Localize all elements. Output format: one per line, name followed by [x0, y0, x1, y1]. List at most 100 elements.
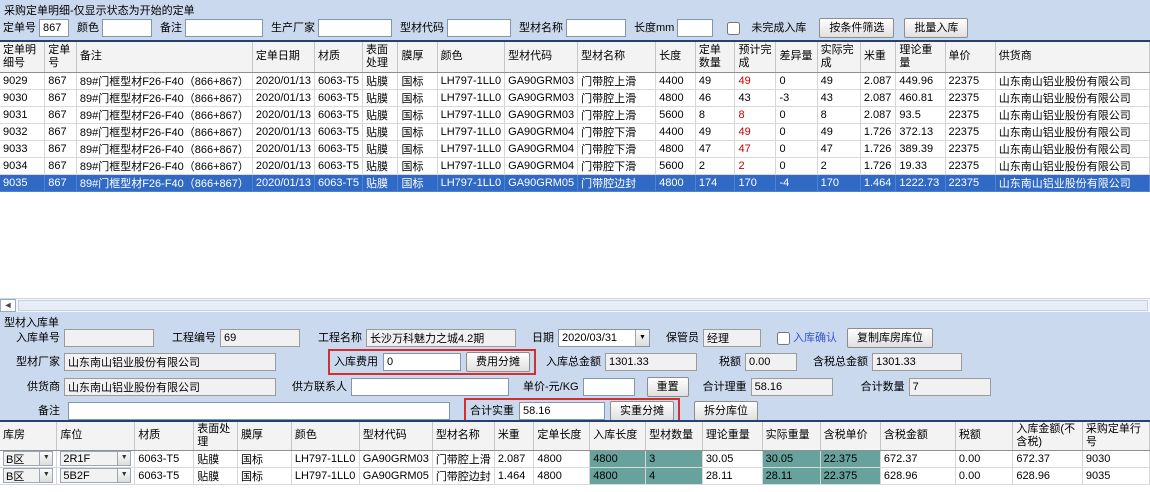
scrollbar-thumb[interactable]	[18, 300, 1148, 311]
inbound-no-field[interactable]	[64, 329, 154, 347]
column-header[interactable]: 长度	[656, 42, 696, 72]
column-header[interactable]: 含税金额	[880, 422, 955, 450]
column-header[interactable]: 库位	[57, 422, 135, 450]
column-header[interactable]: 颜色	[291, 422, 359, 450]
supplier-field[interactable]	[64, 378, 276, 396]
inbound-form-section: 型材入库单 入库单号 工程编号 工程名称 日期 2020/03/31 ▼ 保管员…	[0, 312, 1150, 492]
cell: 47	[817, 140, 860, 157]
actual-weight-allocate-button[interactable]: 实重分摊	[610, 401, 674, 421]
column-header[interactable]: 型材代码	[359, 422, 432, 450]
column-header[interactable]: 颜色	[437, 42, 505, 72]
horizontal-scrollbar[interactable]: ◄	[0, 298, 1150, 312]
cell: 9032	[0, 123, 45, 140]
column-header[interactable]: 理论重量	[896, 42, 945, 72]
column-header[interactable]: 实际完成	[817, 42, 860, 72]
reset-button[interactable]: 重置	[647, 377, 689, 397]
column-header[interactable]: 型材数量	[646, 422, 703, 450]
table-row[interactable]: 903186789#门框型材F26-F40（866+867）2020/01/13…	[0, 106, 1150, 123]
filter-remark-input[interactable]	[185, 19, 263, 37]
chevron-down-icon[interactable]: ▼	[117, 452, 130, 465]
column-header[interactable]: 采购定单行号	[1082, 422, 1149, 450]
column-header[interactable]: 供货商	[995, 42, 1149, 72]
filter-profile-name-input[interactable]	[566, 19, 626, 37]
column-header[interactable]: 定单号	[45, 42, 77, 72]
column-header[interactable]: 理论重量	[702, 422, 762, 450]
filter-color-input[interactable]	[102, 19, 152, 37]
filter-profile-code-input[interactable]	[447, 19, 511, 37]
filter-length-mm-input[interactable]	[677, 19, 713, 37]
project-name-field[interactable]	[366, 329, 516, 347]
chevron-down-icon[interactable]: ▼	[117, 469, 130, 482]
unfinished-inbound-checkbox[interactable]	[727, 22, 740, 35]
column-header[interactable]: 米重	[860, 42, 896, 72]
cell: 山东南山铝业股份有限公司	[995, 157, 1149, 174]
calendar-dropdown-icon[interactable]: ▼	[635, 330, 649, 346]
copy-warehouse-location-button[interactable]: 复制库房库位	[847, 328, 933, 348]
table-row[interactable]: 903586789#门框型材F26-F40（866+867）2020/01/13…	[0, 174, 1150, 191]
filter-manufacturer-input[interactable]	[318, 19, 392, 37]
table-row[interactable]: 903086789#门框型材F26-F40（866+867）2020/01/13…	[0, 89, 1150, 106]
column-header[interactable]: 定单日期	[252, 42, 314, 72]
column-header[interactable]: 材质	[314, 42, 362, 72]
column-header[interactable]: 表面处理	[194, 422, 238, 450]
table-row[interactable]: 903286789#门框型材F26-F40（866+867）2020/01/13…	[0, 123, 1150, 140]
inbound-confirm-checkbox[interactable]	[777, 332, 790, 345]
tax-field[interactable]	[745, 353, 797, 371]
column-header[interactable]: 入库长度	[590, 422, 646, 450]
table-row[interactable]: 903386789#门框型材F26-F40（866+867）2020/01/13…	[0, 140, 1150, 157]
tax-total-field[interactable]	[872, 353, 962, 371]
column-header[interactable]: 预计完成	[735, 42, 776, 72]
column-header[interactable]: 实际重量	[762, 422, 820, 450]
column-header[interactable]: 膜厚	[237, 422, 291, 450]
table-row[interactable]: B区▼5B2F▼6063-T5贴膜国标LH797-1LL0GA90GRM05门带…	[0, 467, 1150, 484]
column-header[interactable]: 材质	[135, 422, 194, 450]
table-row[interactable]: 902986789#门框型材F26-F40（866+867）2020/01/13…	[0, 72, 1150, 89]
batch-inbound-button[interactable]: 批量入库	[904, 18, 968, 38]
inbound-total-field[interactable]	[605, 353, 697, 371]
column-header[interactable]: 单价	[945, 42, 995, 72]
column-header[interactable]: 定单数量	[695, 42, 735, 72]
cell: 2.087	[860, 89, 896, 106]
total-qty-field[interactable]	[909, 378, 991, 396]
cell: 6063-T5	[314, 157, 362, 174]
cell-dropdown[interactable]: B区▼	[3, 468, 53, 483]
date-picker[interactable]: 2020/03/31 ▼	[558, 329, 650, 347]
project-no-field[interactable]	[220, 329, 300, 347]
column-header[interactable]: 膜厚	[398, 42, 437, 72]
split-location-button[interactable]: 拆分库位	[694, 401, 758, 421]
column-header[interactable]: 型材名称	[432, 422, 494, 450]
cell-dropdown[interactable]: 2R1F▼	[60, 451, 131, 466]
supplier-contact-field[interactable]	[351, 378, 509, 396]
cell-dropdown[interactable]: 5B2F▼	[60, 468, 131, 483]
column-header[interactable]: 型材代码	[505, 42, 578, 72]
column-header[interactable]: 差异量	[776, 42, 817, 72]
keeper-field[interactable]	[703, 329, 761, 347]
column-header[interactable]: 入库金额(不含税)	[1013, 422, 1083, 450]
scroll-left-icon[interactable]: ◄	[0, 299, 16, 312]
factory-field[interactable]	[64, 353, 276, 371]
column-header[interactable]: 税额	[955, 422, 1012, 450]
total-theory-weight-field[interactable]	[751, 378, 833, 396]
column-header[interactable]: 定单明细号	[0, 42, 45, 72]
chevron-down-icon[interactable]: ▼	[39, 452, 52, 465]
column-header[interactable]: 含税单价	[820, 422, 880, 450]
unit-price-field[interactable]	[583, 378, 635, 396]
remark-field[interactable]	[68, 402, 450, 420]
column-header[interactable]: 定单长度	[534, 422, 590, 450]
filter-by-condition-button[interactable]: 按条件筛选	[819, 18, 894, 38]
cell: 6063-T5	[314, 140, 362, 157]
cell: 贴膜	[362, 106, 398, 123]
total-actual-weight-field[interactable]	[519, 402, 605, 420]
filter-order-no-input[interactable]	[39, 19, 69, 37]
table-row[interactable]: 903486789#门框型材F26-F40（866+867）2020/01/13…	[0, 157, 1150, 174]
table-row[interactable]: B区▼2R1F▼6063-T5贴膜国标LH797-1LL0GA90GRM03门带…	[0, 450, 1150, 467]
chevron-down-icon[interactable]: ▼	[39, 469, 52, 482]
column-header[interactable]: 备注	[76, 42, 252, 72]
inbound-fee-field[interactable]	[383, 353, 461, 371]
cell-dropdown[interactable]: B区▼	[3, 451, 53, 466]
column-header[interactable]: 米重	[494, 422, 534, 450]
column-header[interactable]: 库房	[0, 422, 57, 450]
column-header[interactable]: 表面处理	[362, 42, 398, 72]
column-header[interactable]: 型材名称	[578, 42, 656, 72]
fee-allocate-button[interactable]: 费用分摊	[466, 352, 530, 372]
